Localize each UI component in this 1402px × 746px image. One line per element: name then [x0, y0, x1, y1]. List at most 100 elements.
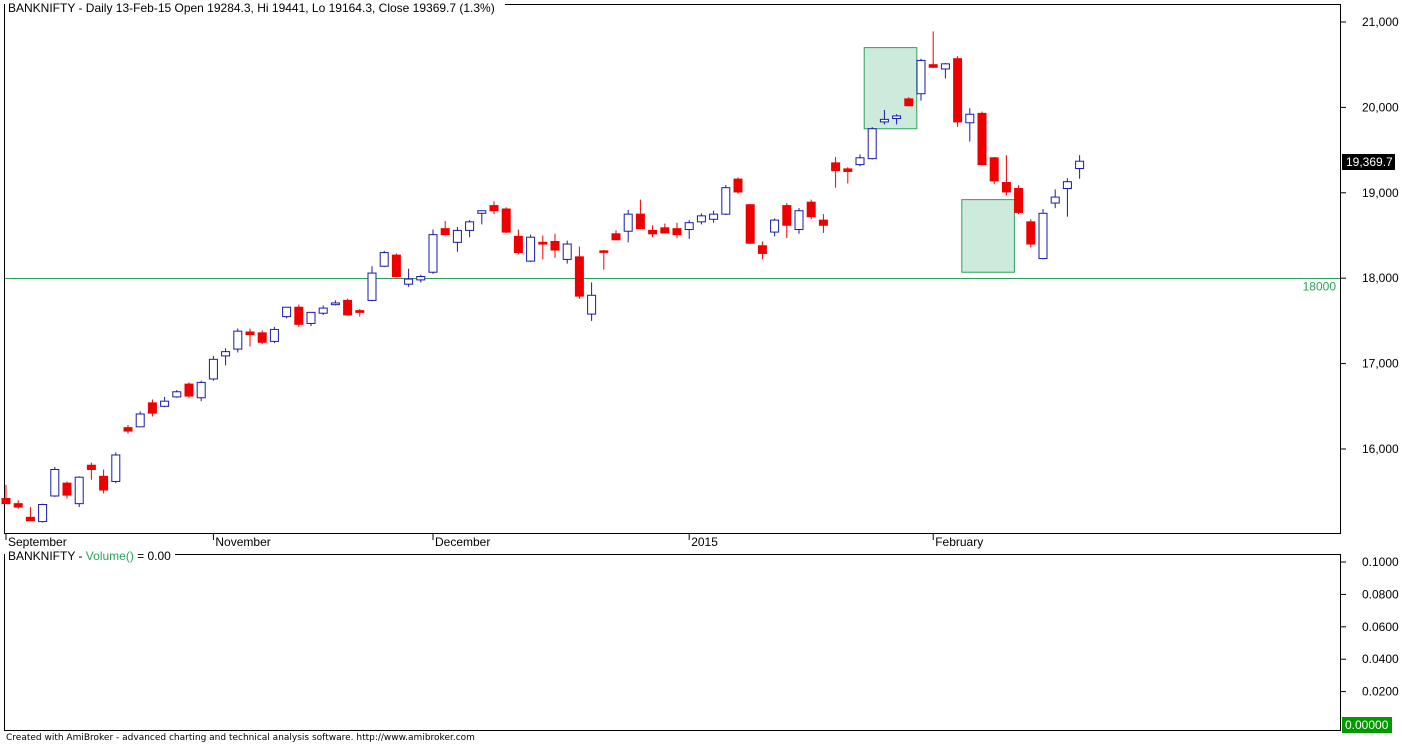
candle-body-up	[135, 413, 145, 428]
candle-body-up	[465, 221, 475, 231]
candle-body-down	[928, 64, 938, 68]
candle-body-up	[330, 302, 340, 306]
candle-body-up	[794, 210, 804, 231]
candle-body-up	[50, 468, 60, 497]
price-y-axis: 16,000 17,000 18,000 19,000 20,000 21,000	[1340, 15, 1399, 456]
candle-body-up	[477, 210, 487, 214]
candle-body-up	[306, 311, 316, 324]
candle-body-down	[733, 178, 743, 193]
candle-body-up	[916, 59, 926, 95]
candle-body-up	[855, 157, 865, 166]
candle-body-up	[172, 391, 182, 398]
candle-body-down	[635, 213, 645, 230]
candle	[953, 56, 963, 128]
candle	[526, 234, 536, 262]
candle	[904, 97, 914, 107]
volume-title: BANKNIFTY - Volume() = 0.00	[8, 549, 171, 563]
candle	[184, 382, 194, 398]
candle-body-up	[721, 187, 731, 215]
volume-title-prefix: BANKNIFTY -	[8, 549, 86, 563]
x-tick-label: February	[935, 535, 983, 549]
x-tick-label: December	[435, 535, 490, 549]
candle-body-down	[611, 233, 621, 241]
volume-y-axis: 0.0200 0.0400 0.0600 0.0800 0.1000	[1340, 555, 1399, 699]
candle-body-down	[1014, 188, 1024, 213]
candle-body-up	[867, 128, 877, 160]
candle-body-down	[818, 219, 828, 226]
candle-body-down	[599, 250, 609, 253]
candle-body-down	[1001, 182, 1011, 193]
candle	[343, 298, 353, 316]
candle	[867, 127, 877, 160]
candle-body-up	[404, 278, 414, 285]
candle-body-up	[208, 358, 218, 380]
candle	[428, 229, 438, 274]
candle-body-down	[745, 204, 755, 244]
candle-body-down	[904, 98, 914, 107]
candle-body-down	[1, 498, 11, 505]
volume-badge-label: 0.00000	[1345, 718, 1389, 732]
candle-body-up	[879, 118, 889, 123]
stock-chart: 18000 16,000 17,000 18,000 19,000 20,000 21,0…	[1, 1, 1399, 733]
candle-body-down	[391, 254, 401, 277]
candle-body-up	[269, 328, 279, 342]
volume-tick-label: 0.0800	[1362, 587, 1399, 601]
candle-body-up	[709, 213, 719, 220]
candle-body-down	[257, 332, 267, 343]
candle-body-up	[965, 113, 975, 124]
volume-tick-label: 0.0600	[1362, 620, 1399, 634]
x-tick-label: September	[8, 535, 67, 549]
candle-body-down	[574, 256, 584, 297]
candle-body-down	[1026, 221, 1036, 245]
y-tick-label: 17,000	[1362, 357, 1399, 371]
candle-body-up	[1062, 181, 1072, 190]
candle	[233, 328, 243, 353]
candle-body-up	[1050, 196, 1060, 204]
candle	[135, 411, 145, 428]
candle-body-down	[294, 306, 304, 325]
candle-body-down	[25, 516, 35, 522]
candle-body-down	[757, 245, 767, 254]
candle	[196, 380, 206, 402]
candle-body-up	[367, 272, 377, 301]
candle-body-down	[440, 228, 450, 236]
candle-body-down	[831, 162, 841, 172]
candle-body-down	[245, 331, 255, 336]
y-tick-label: 18,000	[1362, 271, 1399, 285]
price-panel	[4, 4, 1341, 534]
candle-body-down	[782, 205, 792, 226]
candle	[977, 111, 987, 166]
candle-body-up	[1075, 160, 1085, 170]
candle	[269, 326, 279, 344]
candle	[1026, 219, 1036, 248]
candle-body-up	[282, 306, 292, 318]
candle-body-down	[672, 228, 682, 236]
candle-body-down	[147, 402, 157, 414]
volume-tick-label: 0.1000	[1362, 555, 1399, 569]
candle-body-down	[501, 208, 511, 233]
candle-body-down	[977, 112, 987, 166]
candle-body-down	[538, 241, 548, 245]
candle-body-down	[550, 240, 560, 251]
candle	[1038, 209, 1048, 260]
candle-body-up	[416, 275, 426, 281]
candle-body-down	[343, 299, 353, 316]
candle-body-down	[660, 227, 670, 234]
candle	[391, 253, 401, 278]
candle-body-down	[123, 427, 133, 432]
volume-tick-label: 0.0200	[1362, 685, 1399, 699]
candle	[721, 185, 731, 216]
candle-body-up	[587, 294, 597, 315]
candle-body-up	[233, 330, 243, 350]
candle-body-up	[940, 63, 950, 70]
y-tick-label: 21,000	[1362, 15, 1399, 29]
x-tick-label: 2015	[691, 535, 718, 549]
candle	[38, 503, 48, 523]
highlight-box-2	[961, 199, 1015, 273]
volume-indicator-name: Volume()	[86, 549, 134, 563]
candle-body-down	[843, 168, 853, 172]
candle	[794, 208, 804, 234]
candle	[294, 304, 304, 327]
candle-body-up	[379, 252, 389, 267]
candle-body-up	[526, 236, 536, 262]
